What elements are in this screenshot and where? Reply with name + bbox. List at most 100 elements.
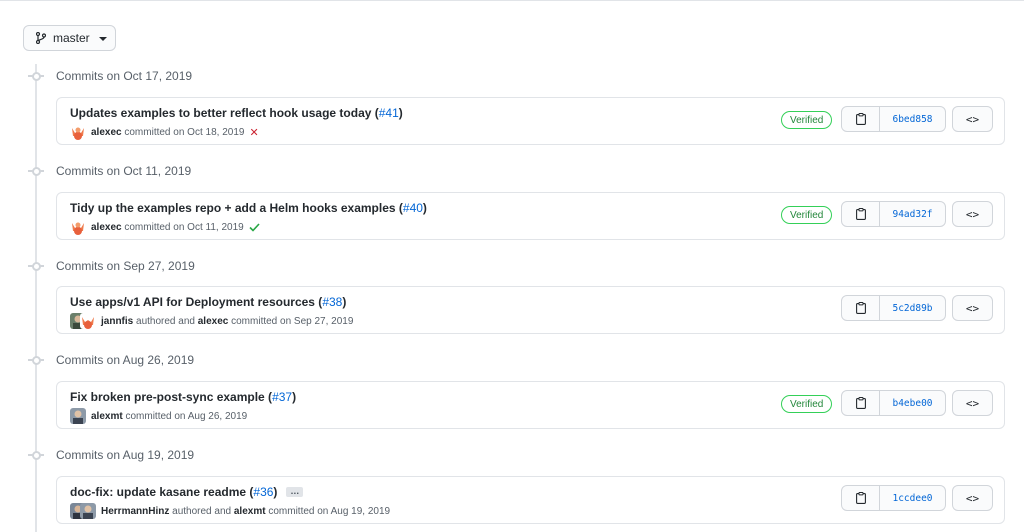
pr-link[interactable]: #41 [379,106,399,120]
timeline-node-icon [28,445,44,465]
pr-link[interactable]: #40 [403,201,423,215]
timeline-node-icon [28,66,44,86]
commit-message-end: ) [342,295,347,309]
copy-sha-button[interactable] [842,107,880,131]
author-link[interactable]: alexec [91,222,122,233]
committer-link[interactable]: alexmt [234,506,266,517]
sha-button-group: 1ccdee0 [841,485,946,511]
avatar[interactable] [80,503,96,519]
clipboard-icon [855,208,866,220]
verified-badge[interactable]: Verified [781,111,833,129]
commit-sha-link[interactable]: 5c2d89b [880,296,945,320]
commit-group-header: Commits on Oct 17, 2019 [28,66,192,86]
commit-group-header: Commits on Aug 19, 2019 [28,445,194,465]
pr-link[interactable]: #37 [272,390,292,404]
browse-repo-button[interactable]: <> [952,295,993,321]
timeline-node-icon [28,161,44,181]
clipboard-icon [855,113,866,125]
avatar[interactable] [70,219,86,235]
commit-title[interactable]: Fix broken pre-post-sync example (#37) [70,390,296,404]
pr-link[interactable]: #36 [253,485,273,499]
commit-title[interactable]: Use apps/v1 API for Deployment resources… [70,295,346,309]
commit-meta: HerrmannHinz authored and alexmt committ… [70,503,390,519]
commit-sha-link[interactable]: 1ccdee0 [880,486,945,510]
commit-card: Use apps/v1 API for Deployment resources… [56,286,1005,334]
top-border [0,0,1024,1]
browse-repo-button[interactable]: <> [952,485,993,511]
commit-message-end: ) [292,390,297,404]
avatar-stack [70,503,96,519]
verified-badge[interactable]: Verified [781,395,833,413]
commit-card: Fix broken pre-post-sync example (#37) a… [56,381,1005,429]
commit-card: Updates examples to better reflect hook … [56,97,1005,145]
commit-card: Tidy up the examples repo + add a Helm h… [56,192,1005,240]
copy-sha-button[interactable] [842,391,880,415]
expand-message-button[interactable]: … [286,487,304,497]
caret-down-icon [98,36,107,41]
sha-button-group: 5c2d89b [841,295,946,321]
commit-card: doc-fix: update kasane readme (#36) … He… [56,476,1005,524]
commit-message[interactable]: doc-fix: update kasane readme ( [70,485,253,499]
author-link[interactable]: alexec [91,127,122,138]
commit-meta: alexmt committed on Aug 26, 2019 [70,408,247,424]
pr-link[interactable]: #38 [322,295,342,309]
clipboard-icon [855,492,866,504]
failure-x-icon[interactable]: ✕ [249,126,258,139]
commit-message[interactable]: Tidy up the examples repo + add a Helm h… [70,201,403,215]
avatar[interactable] [80,313,96,329]
commit-date: Commits on Sep 27, 2019 [56,259,195,273]
commit-sha-link[interactable]: 6bed858 [880,107,945,131]
branch-select-button[interactable]: master [23,25,116,51]
commit-date-text: committed on Oct 11, 2019 [124,221,244,233]
commit-meta: alexec committed on Oct 18, 2019 ✕ [70,124,259,140]
commit-title[interactable]: doc-fix: update kasane readme (#36) … [70,485,304,499]
commit-message-end: ) [273,485,278,499]
authored-text: authored and [136,315,195,327]
branch-name: master [53,31,90,45]
commit-title[interactable]: Tidy up the examples repo + add a Helm h… [70,201,427,215]
code-icon: <> [965,301,980,315]
commit-title[interactable]: Updates examples to better reflect hook … [70,106,403,120]
code-icon: <> [965,491,980,505]
commit-date: Commits on Aug 19, 2019 [56,448,195,462]
commit-date: Commits on Aug 26, 2019 [56,353,195,367]
authored-text: authored and [172,505,232,517]
avatar-stack [70,313,96,329]
clipboard-icon [855,302,866,314]
author-link[interactable]: HerrmannHinz [101,506,169,517]
commit-message[interactable]: Use apps/v1 API for Deployment resources… [70,295,322,309]
commit-message-end: ) [398,106,403,120]
copy-sha-button[interactable] [842,486,880,510]
commit-meta: alexec committed on Oct 11, 2019 [70,219,260,235]
browse-repo-button[interactable]: <> [952,106,993,132]
author-link[interactable]: alexmt [91,411,123,422]
commit-date-text: committed on Aug 19, 2019 [268,505,391,517]
avatar[interactable] [70,408,86,424]
commit-sha-link[interactable]: b4ebe00 [880,391,945,415]
browse-repo-button[interactable]: <> [952,201,993,227]
commit-message-end: ) [422,201,427,215]
commit-group-header: Commits on Oct 11, 2019 [28,161,191,181]
commit-meta: jannfis authored and alexec committed on… [70,313,353,329]
git-branch-icon [36,32,46,44]
commit-message[interactable]: Updates examples to better reflect hook … [70,106,379,120]
committer-link[interactable]: alexec [198,316,229,327]
verified-badge[interactable]: Verified [781,206,833,224]
clipboard-icon [855,397,866,409]
commit-group-header: Commits on Sep 27, 2019 [28,256,195,276]
check-icon[interactable] [249,222,260,232]
timeline-node-icon [28,350,44,370]
timeline-node-icon [28,256,44,276]
code-icon: <> [965,207,980,221]
sha-button-group: b4ebe00 [841,390,946,416]
browse-repo-button[interactable]: <> [952,390,993,416]
copy-sha-button[interactable] [842,296,880,320]
commit-date: Commits on Oct 17, 2019 [56,69,193,83]
commit-message[interactable]: Fix broken pre-post-sync example ( [70,390,272,404]
commit-sha-link[interactable]: 94ad32f [880,202,945,226]
commit-group-header: Commits on Aug 26, 2019 [28,350,194,370]
author-link[interactable]: jannfis [101,316,133,327]
sha-button-group: 94ad32f [841,201,946,227]
avatar[interactable] [70,124,86,140]
copy-sha-button[interactable] [842,202,880,226]
